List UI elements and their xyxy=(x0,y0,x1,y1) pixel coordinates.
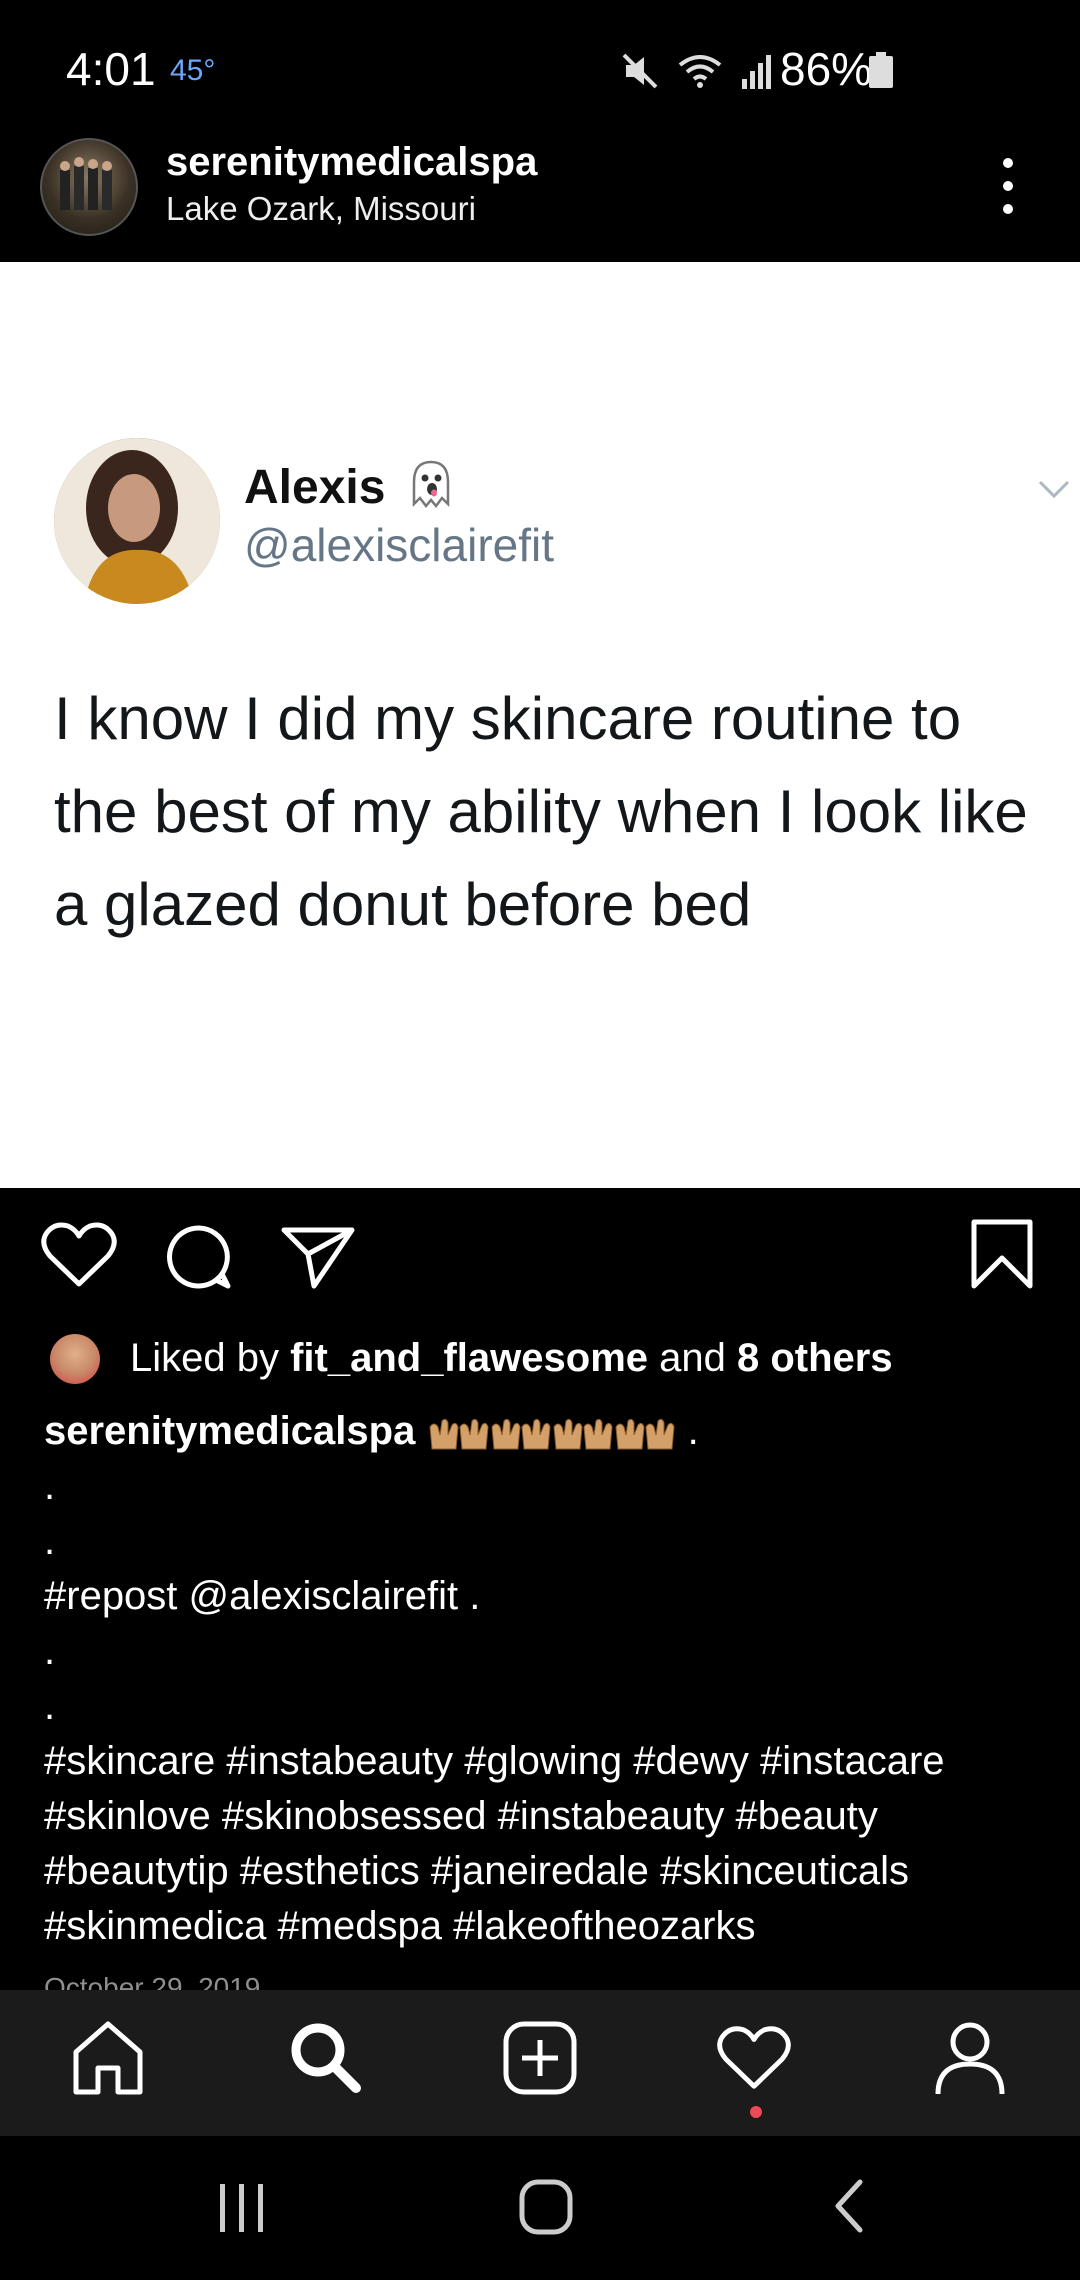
tweet-author-name: Alexis xyxy=(244,461,386,514)
add-icon[interactable] xyxy=(502,2018,578,2098)
heart-icon[interactable] xyxy=(716,2018,792,2098)
home-circle-icon[interactable] xyxy=(518,2176,574,2236)
chevron-down-icon xyxy=(1038,480,1070,499)
comment-icon[interactable] xyxy=(164,1222,234,1292)
caption-hashtags[interactable]: #skinlove #skinobsessed #instabeauty #be… xyxy=(44,1789,1044,1844)
ghost-emoji-icon xyxy=(412,460,450,509)
caption-hashtags[interactable]: #skincare #instabeauty #glowing #dewy #i… xyxy=(44,1734,1044,1789)
post-caption: serenitymedicalspa . . . #repost @alexis… xyxy=(44,1404,1044,1954)
recents-icon[interactable] xyxy=(216,2178,268,2238)
tweet-avatar xyxy=(54,438,220,604)
caption-line: #repost @alexisclairefit . xyxy=(44,1574,481,1618)
status-time: 4:01 xyxy=(66,43,156,95)
caption-line: . xyxy=(44,1684,56,1728)
raising-hands-emoji-icon xyxy=(429,1419,675,1450)
caption-line: . xyxy=(44,1464,56,1508)
caption-line: . xyxy=(44,1629,56,1673)
signal-icon xyxy=(742,55,771,89)
caption-hashtags[interactable]: #skinmedica #medspa #lakeoftheozarks xyxy=(44,1899,1044,1954)
battery-icon xyxy=(869,52,893,88)
account-username[interactable]: serenitymedicalspa xyxy=(166,140,537,185)
status-temperature: 45° xyxy=(170,54,216,87)
home-icon[interactable] xyxy=(70,2018,146,2098)
bottom-navigation xyxy=(0,1990,1080,2136)
more-options-icon[interactable] xyxy=(990,158,1026,214)
caption-hashtags[interactable]: #beautytip #esthetics #janeiredale #skin… xyxy=(44,1844,1044,1899)
heart-icon[interactable] xyxy=(40,1220,118,1290)
account-avatar[interactable] xyxy=(40,138,138,236)
liker-avatar[interactable] xyxy=(50,1334,100,1384)
search-icon[interactable] xyxy=(286,2018,364,2098)
back-icon[interactable] xyxy=(830,2176,870,2236)
liker-username[interactable]: fit_and_flawesome xyxy=(290,1336,648,1380)
system-navigation xyxy=(0,2136,1080,2280)
post-location[interactable]: Lake Ozark, Missouri xyxy=(166,190,476,228)
likes-summary[interactable]: Liked by fit_and_flawesome and 8 others xyxy=(130,1336,893,1381)
send-icon[interactable] xyxy=(280,1222,356,1292)
likes-prefix: Liked by xyxy=(130,1336,291,1380)
bookmark-icon[interactable] xyxy=(970,1218,1034,1290)
tweet-author-handle: @alexisclairefit xyxy=(244,519,555,571)
profile-icon[interactable] xyxy=(932,2018,1008,2098)
caption-username[interactable]: serenitymedicalspa xyxy=(44,1409,415,1453)
wifi-icon xyxy=(678,55,722,88)
caption-trailing: . xyxy=(687,1409,699,1453)
post-date: October 29, 2019 xyxy=(44,1972,261,1990)
notification-dot xyxy=(750,2106,762,2118)
mute-icon xyxy=(622,53,658,89)
caption-line: . xyxy=(44,1519,56,1563)
status-icons xyxy=(620,44,776,98)
likes-connector: and xyxy=(648,1336,737,1380)
likes-others-count[interactable]: 8 others xyxy=(737,1336,893,1380)
battery-percentage: 86% xyxy=(780,43,873,95)
tweet-text: I know I did my skincare routine to the … xyxy=(54,685,1028,938)
avatar-image xyxy=(60,157,112,210)
